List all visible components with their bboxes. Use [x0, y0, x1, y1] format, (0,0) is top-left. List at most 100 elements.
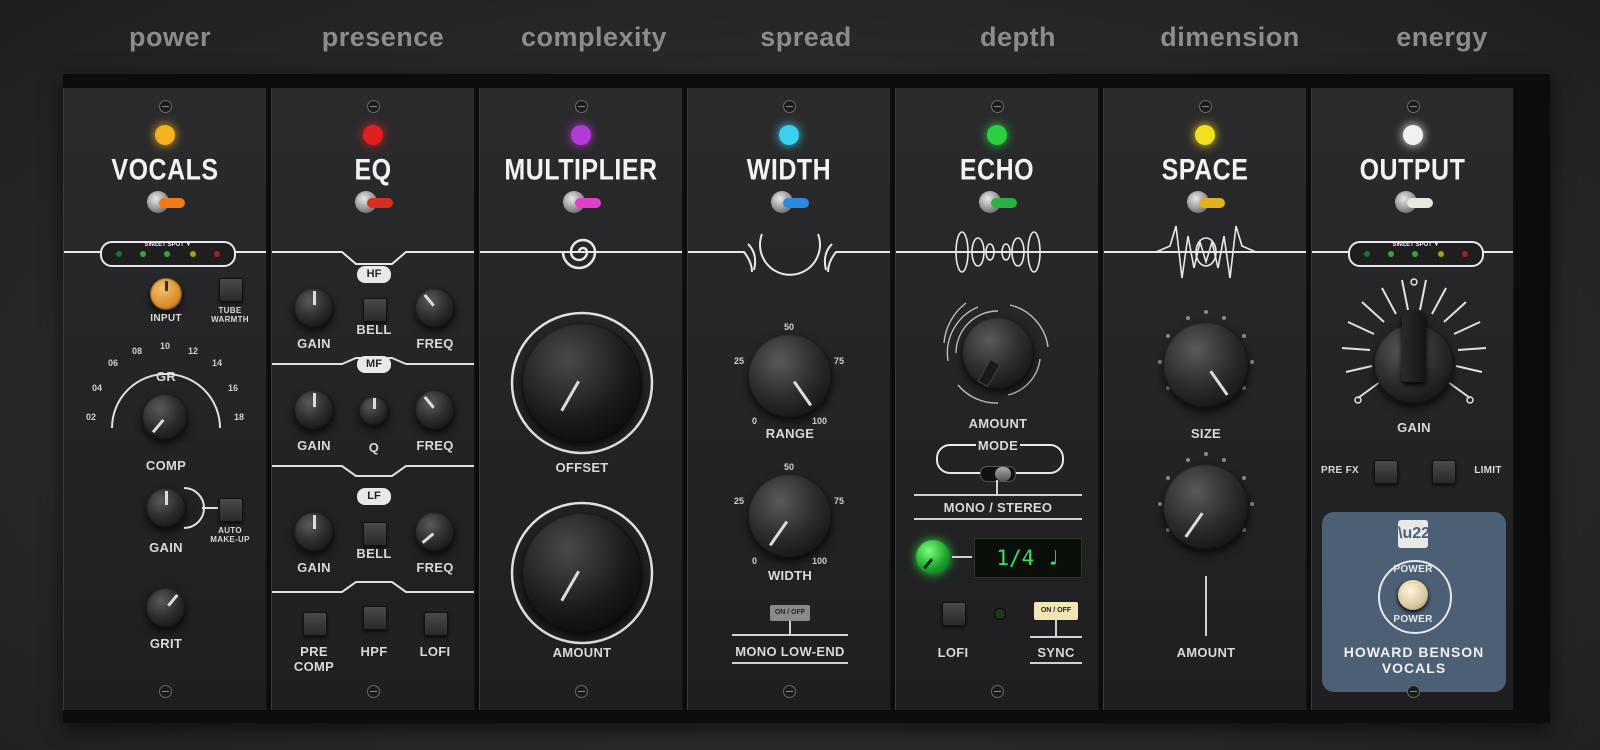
auto-makeup-button[interactable] [219, 498, 243, 522]
sync-toggle[interactable]: ON / OFF [1034, 602, 1078, 620]
sync-label: SYNC [1037, 645, 1075, 660]
limit-label: LIMIT [1474, 465, 1502, 476]
power-toggle[interactable] [563, 191, 601, 213]
range-tick: 75 [834, 356, 845, 366]
lf-gain-knob[interactable] [294, 512, 334, 552]
mf-gain-knob[interactable] [294, 390, 334, 430]
lofi-button[interactable] [942, 602, 966, 626]
separator [914, 494, 1082, 496]
separator [732, 662, 848, 664]
category-dimension: dimension [1160, 22, 1300, 52]
power-footswitch[interactable] [1398, 580, 1428, 610]
mf-badge: MF [357, 356, 391, 373]
width-knob[interactable] [748, 474, 832, 558]
module-title: MULTIPLIER [504, 153, 658, 187]
echo-time-knob[interactable] [916, 540, 950, 574]
power-toggle[interactable] [147, 191, 185, 213]
hf-freq-knob[interactable] [415, 288, 455, 328]
gr-tick: 08 [132, 346, 143, 356]
power-toggle[interactable] [1394, 191, 1433, 213]
echo-waveform-icon [955, 231, 1041, 273]
mf-freq-knob[interactable] [415, 390, 455, 430]
mode-label: MODE [976, 438, 1020, 453]
width-tick: 25 [734, 496, 745, 506]
offset-knob[interactable] [522, 323, 642, 443]
module-vocals: VOCALS SWEET SPOT ▼ INPUT TUBE WARMTH 02… [63, 88, 267, 710]
mono-low-end-label: MONO LOW-END [735, 644, 845, 659]
band-separator [272, 581, 474, 593]
separator [1030, 662, 1082, 664]
gr-tick: 04 [92, 383, 103, 393]
sweet-spot-meter: SWEET SPOT ▼ [1348, 241, 1484, 267]
power-label-bottom: POWER [1393, 614, 1433, 625]
brand-logo-icon: \u2228 [1398, 520, 1448, 548]
module-title: SPACE [1161, 153, 1249, 187]
screw-icon [783, 100, 796, 113]
hf-gain-knob[interactable] [294, 288, 334, 328]
module-output: OUTPUT SWEET SPOT ▼ GAIN PRE FX LIMIT \u… [1311, 88, 1514, 710]
gr-tick: 14 [212, 358, 223, 368]
gr-tick: 10 [160, 341, 171, 351]
power-label-top: POWER [1393, 564, 1433, 575]
comp-knob[interactable] [142, 394, 188, 440]
led-indicator [363, 125, 383, 145]
hf-freq-label: FREQ [416, 336, 454, 351]
space-amount-knob[interactable] [1163, 464, 1249, 550]
power-toggle[interactable] [771, 191, 809, 213]
limit-button[interactable] [1432, 460, 1456, 484]
connector-line [952, 556, 972, 558]
screw-icon [1406, 685, 1420, 698]
hf-badge: HF [357, 266, 391, 283]
lofi-led [994, 608, 1006, 620]
signal-line [272, 251, 474, 265]
lofi-button[interactable] [424, 612, 448, 636]
led-indicator [155, 125, 175, 145]
echo-amount-knob[interactable] [962, 317, 1034, 389]
connector-line [1055, 620, 1057, 636]
module-title: EQ [354, 153, 392, 187]
input-knob[interactable] [150, 278, 182, 310]
power-toggle[interactable] [355, 191, 393, 213]
band-separator [272, 465, 474, 477]
power-toggle[interactable] [979, 191, 1017, 213]
tube-warmth-label: TUBE WARMTH [211, 306, 249, 324]
lf-bell-button[interactable] [363, 522, 387, 546]
screw-icon [159, 100, 172, 113]
mf-q-knob[interactable] [359, 396, 389, 426]
power-toggle[interactable] [1187, 191, 1225, 213]
space-waveform-icon [1156, 225, 1256, 279]
spiral-icon [561, 238, 597, 270]
mono-stereo-switch[interactable] [980, 466, 1016, 482]
category-presence: presence [321, 22, 445, 52]
mono-low-end-toggle[interactable]: ON / OFF [770, 605, 810, 621]
pre-fx-button[interactable] [1374, 460, 1398, 484]
lf-freq-knob[interactable] [415, 512, 455, 552]
pre-fx-label: PRE FX [1321, 465, 1359, 476]
pre-comp-button[interactable] [303, 612, 327, 636]
gain-knob[interactable] [146, 488, 186, 528]
output-gain-knob[interactable] [1374, 312, 1454, 404]
lf-gain-label: GAIN [297, 560, 331, 575]
connector-line [789, 621, 791, 635]
size-knob[interactable] [1163, 322, 1249, 408]
tube-warmth-button[interactable] [219, 278, 243, 302]
range-label: RANGE [765, 426, 815, 441]
module-echo: ECHO AMOUNT MODE MONO / STEREO 1/4 ♩ ON … [895, 88, 1099, 710]
module-multiplier: MULTIPLIER OFFSET AMOUNT [479, 88, 683, 710]
hf-bell-button[interactable] [363, 298, 387, 322]
range-knob[interactable] [748, 334, 832, 418]
mono-stereo-label: MONO / STEREO [943, 500, 1053, 515]
mf-q-label: Q [368, 440, 380, 455]
auto-makeup-label: AUTO MAKE-UP [210, 526, 250, 544]
screw-icon [367, 100, 380, 113]
grit-knob[interactable] [146, 588, 186, 628]
hpf-button[interactable] [363, 606, 387, 630]
mf-freq-label: FREQ [416, 438, 454, 453]
amount-knob[interactable] [522, 513, 642, 633]
sweet-spot-label: SWEET SPOT ▼ [1392, 242, 1440, 248]
gr-tick: 02 [86, 412, 97, 422]
lf-bell-label: BELL [356, 546, 392, 561]
module-eq: EQ HF GAIN BELL FREQ MF GAIN Q FREQ LF G… [271, 88, 475, 710]
width-tick: 0 [752, 556, 758, 566]
space-amount-label: AMOUNT [1176, 645, 1236, 660]
